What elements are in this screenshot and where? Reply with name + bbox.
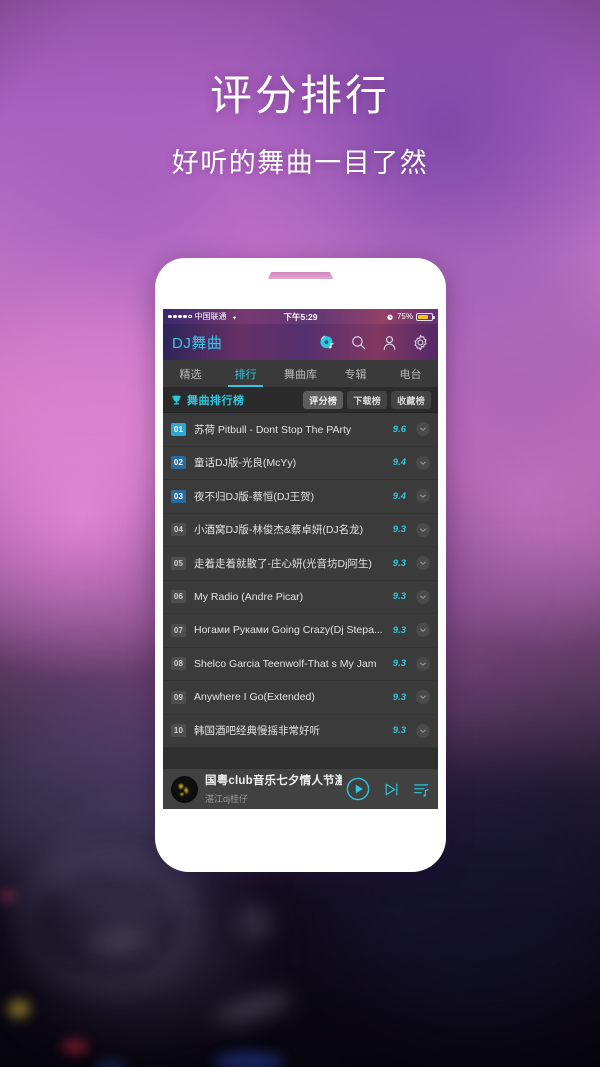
app-title: DJ舞曲: [172, 334, 223, 352]
song-title: 小酒窝DJ版-林俊杰&蔡卓妍(DJ名龙): [194, 524, 364, 537]
song-title: Anywhere I Go(Extended): [194, 691, 315, 704]
hero-text: 评分排行 好听的舞曲一目了然: [0, 62, 600, 180]
status-bar: 中国联通 下午5:29 75%: [163, 309, 438, 324]
song-title: 童话DJ版-光良(McYy): [194, 457, 297, 470]
tab-diantai[interactable]: 电台: [383, 360, 438, 387]
song-score: 9.4: [392, 490, 406, 502]
rank-badge: 09: [171, 690, 186, 704]
battery-percent-label: 75%: [396, 312, 413, 321]
chevron-down-icon[interactable]: [416, 589, 430, 604]
phone-screen: 中国联通 下午5:29 75% DJ舞曲 精选 排行 舞曲库 专辑 电台 舞曲排…: [163, 309, 438, 809]
song-title: 苏荷 Pitbull - Dont Stop The PArty: [194, 423, 352, 436]
section-title: 舞曲排行榜: [187, 395, 245, 407]
carrier-label: 中国联通: [194, 312, 227, 321]
rank-badge: 03: [171, 489, 186, 503]
table-row[interactable]: 02 童话DJ版-光良(McYy) 9.4: [163, 447, 438, 480]
player-track-title: 国粤club音乐七夕情人节激: [205, 775, 342, 787]
rank-badge: 08: [171, 657, 186, 671]
chevron-down-icon[interactable]: [416, 455, 430, 470]
song-score: 9.3: [392, 591, 406, 603]
hero-title: 评分排行: [209, 72, 390, 119]
search-icon[interactable]: [350, 334, 367, 351]
chevron-down-icon[interactable]: [416, 556, 430, 571]
trophy-icon: [170, 394, 183, 407]
table-row[interactable]: 09 Anywhere I Go(Extended) 9.3: [163, 681, 438, 715]
status-bar-right: 75%: [386, 312, 435, 321]
chevron-down-icon[interactable]: [416, 723, 430, 738]
rank-badge: 06: [171, 590, 186, 604]
tab-zhuanji[interactable]: 专辑: [328, 360, 383, 387]
table-row[interactable]: 05 走着走着就散了-庄心妍(光音坊Dj阿生) 9.3: [163, 547, 438, 581]
next-track-button[interactable]: [383, 781, 400, 798]
app-header: DJ舞曲: [163, 324, 438, 360]
chevron-down-icon[interactable]: [416, 522, 430, 537]
song-title: 走着走着就散了-庄心妍(光音坊Dj阿生): [194, 557, 372, 570]
rank-badge: 02: [171, 456, 186, 470]
song-score: 9.3: [392, 725, 406, 737]
song-score: 9.3: [392, 658, 406, 670]
album-art: [171, 775, 198, 803]
hero-subtitle: 好听的舞曲一目了然: [171, 148, 429, 178]
song-score: 9.3: [392, 524, 406, 536]
tab-bar: 精选 排行 舞曲库 专辑 电台: [163, 360, 438, 388]
rank-badge: 05: [171, 556, 186, 570]
ranking-filter-group: 评分榜 下载榜 收藏榜: [303, 391, 431, 409]
pill-rating-chart[interactable]: 评分榜: [303, 391, 344, 409]
alarm-clock-icon: [386, 313, 394, 321]
signal-strength-icon: [168, 314, 192, 319]
phone-mockup: 中国联通 下午5:29 75% DJ舞曲 精选 排行 舞曲库 专辑 电台 舞曲排…: [155, 258, 446, 872]
mini-player[interactable]: 国粤club音乐七夕情人节激 湛江dj桂仔: [163, 768, 438, 809]
tab-jingxuan[interactable]: 精选: [163, 360, 218, 387]
song-title: 韩国酒吧经典慢摇非常好听: [194, 725, 320, 738]
table-row[interactable]: 04 小酒窝DJ版-林俊杰&蔡卓妍(DJ名龙) 9.3: [163, 514, 438, 547]
tab-paihang[interactable]: 排行: [218, 360, 273, 387]
battery-icon: [416, 312, 435, 321]
pill-download-chart[interactable]: 下载榜: [347, 391, 388, 409]
phone-speaker: [267, 272, 334, 279]
playlist-button[interactable]: [413, 781, 430, 798]
user-icon[interactable]: [381, 334, 398, 351]
song-title: My Radio (Andre Picar): [194, 590, 304, 603]
gear-icon[interactable]: [412, 334, 429, 351]
song-score: 9.3: [392, 557, 406, 569]
play-button[interactable]: [346, 777, 370, 801]
song-title: Shelco Garcia Teenwolf-That s My Jam: [194, 657, 377, 670]
pill-favorite-chart[interactable]: 收藏榜: [391, 391, 431, 409]
table-row[interactable]: 08 Shelco Garcia Teenwolf-That s My Jam 9.…: [163, 648, 438, 681]
song-score: 9.3: [392, 691, 406, 703]
table-row[interactable]: 10 韩国酒吧经典慢摇非常好听 9.3: [163, 715, 438, 748]
rank-badge: 07: [171, 623, 186, 637]
table-row[interactable]: 03 夜不归DJ版-蔡恒(DJ王贺) 9.4: [163, 480, 438, 514]
chevron-down-icon[interactable]: [416, 690, 430, 705]
rank-badge: 10: [171, 724, 186, 738]
chevron-down-icon[interactable]: [416, 489, 430, 504]
song-score: 9.6: [392, 423, 406, 435]
rank-badge: 04: [171, 523, 186, 537]
song-score: 9.3: [392, 624, 406, 636]
player-track-artist: 湛江dj桂仔: [205, 794, 249, 804]
wifi-icon: [230, 312, 239, 321]
status-bar-left: 中国联通: [168, 311, 239, 322]
table-row[interactable]: 07 Ногами Руками Going Crazy(Dj Stepa... 9…: [163, 614, 438, 648]
chevron-down-icon[interactable]: [416, 623, 430, 638]
chevron-down-icon[interactable]: [416, 656, 430, 671]
rank-badge: 01: [171, 422, 186, 436]
player-controls: [346, 777, 430, 801]
song-score: 9.4: [392, 457, 406, 469]
player-meta: 国粤club音乐七夕情人节激 湛江dj桂仔: [205, 771, 342, 807]
chevron-down-icon[interactable]: [416, 422, 430, 437]
table-row[interactable]: 06 My Radio (Andre Picar) 9.3: [163, 581, 438, 614]
tab-wuqu-ku[interactable]: 舞曲库: [273, 360, 328, 387]
section-header: 舞曲排行榜 评分榜 下载榜 收藏榜: [163, 388, 438, 413]
table-row[interactable]: 01 苏荷 Pitbull - Dont Stop The PArty 9.6: [163, 413, 438, 447]
music-disc-icon[interactable]: [319, 334, 336, 351]
song-list: 01 苏荷 Pitbull - Dont Stop The PArty 9.6 02 童…: [163, 413, 438, 748]
song-title: 夜不归DJ版-蔡恒(DJ王贺): [194, 490, 315, 503]
song-title: Ногами Руками Going Crazy(Dj Stepa...: [194, 624, 383, 637]
app-header-actions: [319, 334, 429, 351]
